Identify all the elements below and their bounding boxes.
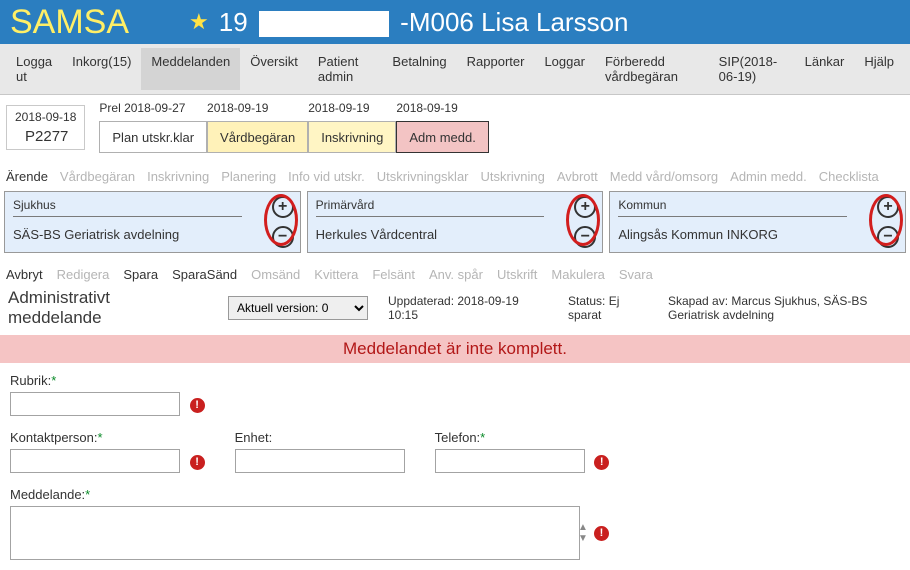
action-kvittera[interactable]: Kvittera bbox=[314, 267, 358, 282]
action-felsant[interactable]: Felsänt bbox=[372, 267, 415, 282]
menu-overview[interactable]: Översikt bbox=[240, 48, 308, 90]
input-rubrik[interactable] bbox=[10, 392, 180, 416]
incomplete-alert: Meddelandet är inte komplett. bbox=[0, 335, 910, 363]
timeline-date-3: 2018-09-19 bbox=[396, 101, 488, 115]
main-menu: Logga ut Inkorg(15) Meddelanden Översikt… bbox=[0, 44, 910, 95]
label-kontakt: Kontaktperson:* bbox=[10, 430, 205, 445]
action-sparasand[interactable]: SparaSänd bbox=[172, 267, 237, 282]
menu-messages[interactable]: Meddelanden bbox=[141, 48, 240, 90]
error-telefon-icon: ! bbox=[594, 455, 609, 470]
panel-primarvard-value: Herkules Vårdcentral bbox=[316, 227, 595, 242]
action-makulera[interactable]: Makulera bbox=[551, 267, 604, 282]
action-svara[interactable]: Svara bbox=[619, 267, 653, 282]
tab-vardbegaran[interactable]: Vårdbegäran bbox=[60, 169, 135, 184]
menu-reports[interactable]: Rapporter bbox=[457, 48, 535, 90]
action-redigera[interactable]: Redigera bbox=[57, 267, 110, 282]
panel-primarvard-remove-icon[interactable]: − bbox=[574, 226, 596, 248]
menu-links[interactable]: Länkar bbox=[795, 48, 855, 90]
error-kontakt-icon: ! bbox=[190, 455, 205, 470]
timeline-btn-adm-medd[interactable]: Adm medd. bbox=[396, 121, 488, 153]
timeline-btn-plan[interactable]: Plan utskr.klar bbox=[99, 121, 207, 153]
panel-kommun-value: Alingsås Kommun INKORG bbox=[618, 227, 897, 242]
tab-avbrott[interactable]: Avbrott bbox=[557, 169, 598, 184]
panel-kommun-label: Kommun bbox=[618, 198, 897, 212]
panel-sjukhus-add-icon[interactable]: + bbox=[272, 196, 294, 218]
panel-sjukhus: Sjukhus SÄS-BS Geriatrisk avdelning + − bbox=[4, 191, 301, 253]
message-form: Rubrik:* ! Kontaktperson:* ! Enhet: Tele… bbox=[0, 363, 910, 570]
timeline-date-2: 2018-09-19 bbox=[308, 101, 396, 115]
tab-arende[interactable]: Ärende bbox=[6, 169, 48, 184]
tab-utskrivningsklar[interactable]: Utskrivningsklar bbox=[377, 169, 469, 184]
menu-help[interactable]: Hjälp bbox=[854, 48, 904, 90]
timeline-date-0: Prel 2018-09-27 bbox=[99, 101, 207, 115]
timeline-date-1: 2018-09-19 bbox=[207, 101, 308, 115]
label-meddelande: Meddelande:* bbox=[10, 487, 900, 502]
patient-id: 19 -M006 Lisa Larsson bbox=[219, 7, 629, 38]
current-date: 2018-09-18 bbox=[15, 110, 76, 124]
message-tabs: Ärende Vårdbegäran Inskrivning Planering… bbox=[0, 163, 910, 191]
current-case[interactable]: 2018-09-18 P2277 bbox=[6, 105, 85, 150]
menu-logs[interactable]: Loggar bbox=[534, 48, 594, 90]
label-telefon: Telefon:* bbox=[435, 430, 610, 445]
panel-kommun-remove-icon[interactable]: − bbox=[877, 226, 899, 248]
panel-primarvard: Primärvård Herkules Vårdcentral + − bbox=[307, 191, 604, 253]
action-avbryt[interactable]: Avbryt bbox=[6, 267, 43, 282]
care-unit-panels: Sjukhus SÄS-BS Geriatrisk avdelning + − … bbox=[0, 191, 910, 261]
action-omsand[interactable]: Omsänd bbox=[251, 267, 300, 282]
action-utskrift[interactable]: Utskrift bbox=[497, 267, 537, 282]
input-meddelande[interactable] bbox=[10, 506, 580, 560]
message-status: Status: Ej sparat bbox=[568, 294, 638, 322]
error-meddelande-icon: ! bbox=[594, 526, 609, 541]
input-telefon[interactable] bbox=[435, 449, 585, 473]
menu-payment[interactable]: Betalning bbox=[382, 48, 456, 90]
panel-sjukhus-value: SÄS-BS Geriatrisk avdelning bbox=[13, 227, 292, 242]
message-updated: Uppdaterad: 2018-09-19 10:15 bbox=[388, 294, 538, 322]
tab-checklista[interactable]: Checklista bbox=[819, 169, 879, 184]
panel-sjukhus-remove-icon[interactable]: − bbox=[272, 226, 294, 248]
textarea-scroll-icon[interactable]: ▲▼ bbox=[578, 522, 588, 544]
menu-logout[interactable]: Logga ut bbox=[6, 48, 62, 90]
panel-primarvard-label: Primärvård bbox=[316, 198, 595, 212]
input-enhet[interactable] bbox=[235, 449, 405, 473]
panel-kommun-add-icon[interactable]: + bbox=[877, 196, 899, 218]
tab-medd-vard[interactable]: Medd vård/omsorg bbox=[610, 169, 718, 184]
action-bar: Avbryt Redigera Spara SparaSänd Omsänd K… bbox=[0, 261, 910, 288]
masked-id bbox=[259, 11, 389, 37]
input-kontakt[interactable] bbox=[10, 449, 180, 473]
current-code: P2277 bbox=[15, 128, 76, 145]
action-spara[interactable]: Spara bbox=[123, 267, 158, 282]
tab-inskrivning[interactable]: Inskrivning bbox=[147, 169, 209, 184]
app-name: SAMSA bbox=[10, 3, 129, 42]
message-created: Skapad av: Marcus Sjukhus, SÄS-BS Geriat… bbox=[668, 294, 902, 322]
panel-primarvard-add-icon[interactable]: + bbox=[574, 196, 596, 218]
tab-admin-medd[interactable]: Admin medd. bbox=[730, 169, 807, 184]
message-header: Administrativt meddelande Aktuell versio… bbox=[0, 288, 910, 335]
timeline: 2018-09-18 P2277 Prel 2018-09-27 Plan ut… bbox=[0, 95, 910, 163]
message-title: Administrativt meddelande bbox=[8, 288, 208, 327]
action-anvspar[interactable]: Anv. spår bbox=[429, 267, 483, 282]
menu-sip[interactable]: SIP(2018-06-19) bbox=[709, 48, 795, 90]
favorite-star-icon[interactable]: ★ bbox=[189, 9, 209, 35]
timeline-btn-inskrivning[interactable]: Inskrivning bbox=[308, 121, 396, 153]
label-enhet: Enhet: bbox=[235, 430, 405, 445]
error-rubrik-icon: ! bbox=[190, 398, 205, 413]
tab-info-vid-utskr[interactable]: Info vid utskr. bbox=[288, 169, 365, 184]
tab-planering[interactable]: Planering bbox=[221, 169, 276, 184]
menu-prepared[interactable]: Förberedd vårdbegäran bbox=[595, 48, 709, 90]
panel-kommun: Kommun Alingsås Kommun INKORG + − bbox=[609, 191, 906, 253]
menu-patient-admin[interactable]: Patient admin bbox=[308, 48, 383, 90]
version-select[interactable]: Aktuell version: 0 bbox=[228, 296, 368, 320]
timeline-btn-vardbegaran[interactable]: Vårdbegäran bbox=[207, 121, 308, 153]
menu-inbox[interactable]: Inkorg(15) bbox=[62, 48, 141, 90]
panel-sjukhus-label: Sjukhus bbox=[13, 198, 292, 212]
app-header: SAMSA ★ 19 -M006 Lisa Larsson bbox=[0, 0, 910, 44]
tab-utskrivning[interactable]: Utskrivning bbox=[481, 169, 545, 184]
label-rubrik: Rubrik:* bbox=[10, 373, 205, 388]
